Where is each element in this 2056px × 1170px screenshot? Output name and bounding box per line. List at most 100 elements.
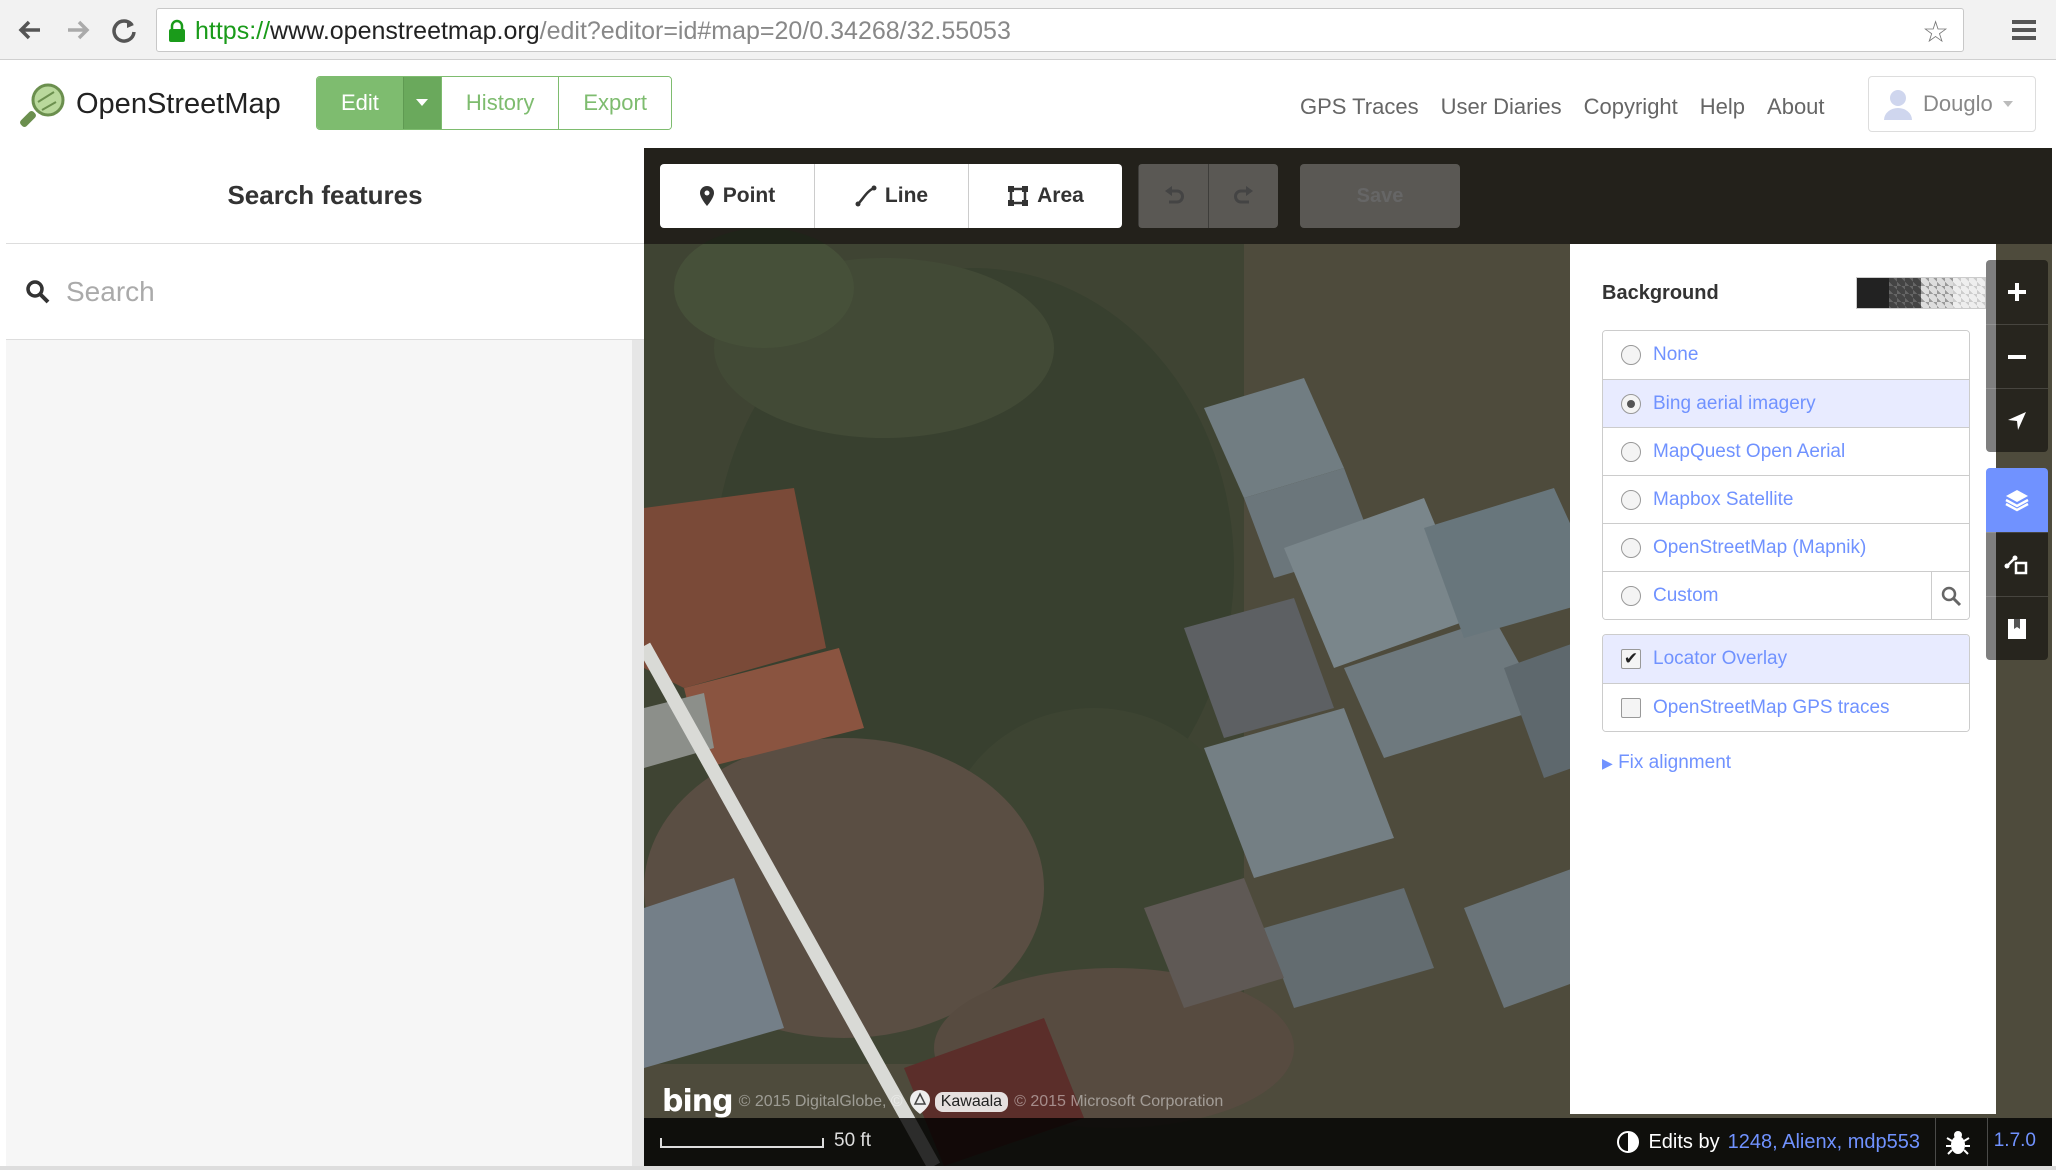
minus-icon [2008,354,2026,359]
attribution-text-left: © 2015 DigitalGlobe, © [738,1092,903,1110]
layer-custom[interactable]: Custom [1603,571,1969,619]
help-link[interactable]: Help [1700,94,1745,120]
address-bar[interactable]: https://www.openstreetmap.org/edit?edito… [156,8,1964,52]
radio-button[interactable] [1621,490,1641,510]
opacity-option-full[interactable] [1857,278,1889,308]
lock-icon [169,19,185,42]
layer-label: Mapbox Satellite [1653,488,1794,510]
redo-icon [1233,186,1253,204]
edit-dropdown-caret-icon[interactable] [402,77,441,129]
redo-button[interactable] [1208,164,1278,228]
user-avatar-icon [1884,90,1912,120]
zoom-in-button[interactable] [1986,260,2048,324]
background-pane: Background None Bing aerial imagery MapQ… [1570,244,1996,1114]
back-arrow-icon[interactable] [10,10,50,50]
browser-menu-icon[interactable] [2006,12,2042,48]
overlay-layer-list: ✔ Locator Overlay OpenStreetMap GPS trac… [1602,634,1970,732]
map-data-button[interactable] [1986,532,2048,596]
forward-arrow-icon[interactable] [58,10,98,50]
fix-alignment-toggle[interactable]: ▶ Fix alignment [1602,752,1731,774]
triangle-right-icon: ▶ [1602,755,1613,771]
draw-mode-group: Point Line Area [660,164,1122,228]
map-controls [1986,260,2048,676]
opacity-option-low[interactable] [1921,278,1953,308]
map-data-icon [2004,555,2028,574]
chevron-down-icon [2002,101,2013,107]
place-name: Kawaala [934,1091,1009,1112]
layer-label: Custom [1653,584,1719,606]
checkbox[interactable] [1621,698,1641,718]
scale-bar[interactable] [660,1138,824,1148]
edits-by-users[interactable]: 1248, Alienx, mdp553 [1728,1131,1920,1154]
about-link[interactable]: About [1767,94,1825,120]
plus-icon [2008,283,2026,301]
search-icon [1941,586,1961,607]
opacity-option-none[interactable] [1953,278,1985,308]
url-host: www.openstreetmap.org [270,17,540,45]
url-path: /edit?editor=id#map=20/0.34268/32.55053 [539,17,1011,45]
url-protocol: https:// [195,17,271,45]
place-marker-icon [909,1089,930,1114]
layer-none[interactable]: None [1603,331,1969,379]
edit-button[interactable]: Edit [317,77,403,129]
line-icon [855,185,877,207]
history-clock-icon [1617,1131,1640,1153]
overlay-label: Locator Overlay [1653,648,1788,669]
site-header: OpenStreetMap Edit History Export GPS Tr… [0,60,2056,148]
brand-name[interactable]: OpenStreetMap [76,88,281,121]
background-pane-title: Background [1602,282,1719,304]
opacity-option-half[interactable] [1889,278,1921,308]
version-link[interactable]: 1.7.0 [1994,1130,2036,1152]
sidebar: Search features [6,148,644,1166]
background-pane-button[interactable] [1986,468,2048,532]
export-button[interactable]: Export [558,77,671,129]
osm-logo-icon[interactable] [20,80,68,128]
layers-icon [2005,490,2029,512]
line-label: Line [884,184,929,207]
radio-button-selected[interactable] [1621,394,1641,414]
zoom-out-button[interactable] [1986,324,2048,388]
bug-report-icon[interactable] [1942,1126,1974,1158]
undo-redo-group [1138,164,1278,228]
fix-alignment-label: Fix alignment [1618,752,1732,773]
search-icon [26,280,50,304]
add-line-button[interactable]: Line [814,164,968,228]
bookmark-star-icon[interactable]: ☆ [1922,15,1949,50]
map-canvas[interactable]: Point Line Area Save Background None Bin… [644,148,2052,1166]
layer-bing-aerial[interactable]: Bing aerial imagery [1603,379,1969,427]
sidebar-scrollbar[interactable] [632,340,644,1166]
custom-layer-search-button[interactable] [1931,572,1969,619]
sidebar-title: Search features [6,148,644,244]
layer-label: MapQuest Open Aerial [1653,440,1846,462]
layer-mapquest-aerial[interactable]: MapQuest Open Aerial [1603,427,1969,475]
copyright-link[interactable]: Copyright [1584,94,1678,120]
user-menu-button[interactable]: Douglo [1868,76,2036,132]
undo-button[interactable] [1138,164,1208,228]
help-book-icon [2008,618,2026,639]
add-point-button[interactable]: Point [660,164,814,228]
geolocate-button[interactable] [1986,388,2048,452]
checkbox-checked[interactable]: ✔ [1621,649,1641,669]
help-button[interactable] [1986,596,2048,660]
radio-button[interactable] [1621,442,1641,462]
layer-mapbox-satellite[interactable]: Mapbox Satellite [1603,475,1969,523]
overlay-locator[interactable]: ✔ Locator Overlay [1603,635,1969,683]
search-input[interactable] [64,264,624,320]
add-area-button[interactable]: Area [968,164,1122,228]
reload-icon[interactable] [104,10,144,50]
save-button[interactable]: Save [1300,164,1460,228]
radio-button[interactable] [1621,538,1641,558]
radio-button[interactable] [1621,586,1641,606]
user-diaries-link[interactable]: User Diaries [1441,94,1562,120]
search-row [6,244,644,340]
bing-logo[interactable]: bing [662,1084,734,1119]
history-button[interactable]: History [440,77,559,129]
opacity-selector[interactable] [1856,277,1986,309]
gps-traces-link[interactable]: GPS Traces [1300,94,1419,120]
layer-label: None [1653,344,1699,365]
layer-osm-mapnik[interactable]: OpenStreetMap (Mapnik) [1603,523,1969,571]
imagery-attribution: bing © 2015 DigitalGlobe, © Kawaala © 20… [662,1084,1223,1119]
radio-button[interactable] [1621,345,1641,365]
footer-divider [1935,1118,1936,1166]
overlay-gps-traces[interactable]: OpenStreetMap GPS traces [1603,683,1969,731]
